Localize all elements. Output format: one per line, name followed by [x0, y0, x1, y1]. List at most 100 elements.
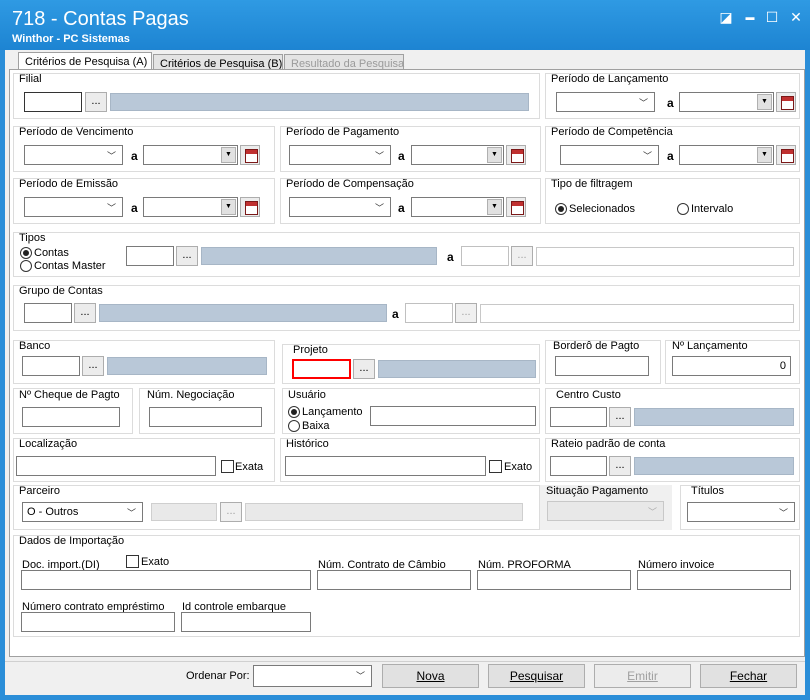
lancamento-end-date[interactable]: ▼ — [679, 92, 774, 112]
ordenar-label: Ordenar Por: — [186, 670, 250, 682]
baixa-radio[interactable] — [288, 420, 300, 432]
calendar-icon[interactable] — [240, 145, 260, 165]
fechar-button[interactable]: Fechar — [700, 664, 797, 688]
titulos-select[interactable]: ﹀ — [687, 502, 795, 522]
compensacao-end-date[interactable]: ▼ — [411, 197, 504, 217]
calendar-icon[interactable] — [776, 92, 796, 112]
maximize-button[interactable]: ☐ — [763, 8, 781, 26]
ordenar-select[interactable]: ﹀ — [253, 665, 372, 687]
emissao-start-select[interactable]: ﹀ — [24, 197, 123, 217]
parceiro-label: Parceiro — [19, 485, 60, 497]
close-button[interactable]: ✕ — [787, 8, 805, 26]
projeto-search-button[interactable]: ... — [353, 359, 375, 379]
filial-search-button[interactable]: ... — [85, 92, 107, 112]
proforma-input[interactable] — [477, 570, 631, 590]
grupo-contas-label: Grupo de Contas — [19, 285, 103, 297]
bordero-label: Borderô de Pagto — [553, 340, 640, 352]
importacao-group: Dados de Importação Doc. import.(DI) Exa… — [13, 535, 800, 637]
localizacao-input[interactable] — [16, 456, 216, 476]
pesquisar-button[interactable]: Pesquisar — [488, 664, 585, 688]
dropdown-arrow-icon[interactable]: ▼ — [487, 199, 502, 215]
centro-custo-search-button[interactable]: ... — [609, 407, 631, 427]
lancamento-start-select[interactable]: ﹀ — [556, 92, 655, 112]
emissao-label: Período de Emissão — [19, 178, 119, 190]
pagamento-start-select[interactable]: ﹀ — [289, 145, 391, 165]
nova-button[interactable]: Nova — [382, 664, 479, 688]
filial-group: Filial ... — [13, 73, 540, 119]
vencimento-start-select[interactable]: ﹀ — [24, 145, 123, 165]
contrato-cambio-input[interactable] — [317, 570, 471, 590]
tipos-start-search-button[interactable]: ... — [176, 246, 198, 266]
competencia-group: Período de Competência ﹀ a ▼ — [545, 126, 800, 172]
rateio-search-button[interactable]: ... — [609, 456, 631, 476]
intervalo-label: Intervalo — [691, 203, 734, 215]
dropdown-arrow-icon[interactable]: ▼ — [487, 147, 502, 163]
dropdown-arrow-icon[interactable]: ▼ — [221, 199, 236, 215]
negociacao-input[interactable] — [149, 407, 262, 427]
contas-master-radio[interactable] — [20, 260, 32, 272]
pagamento-end-date[interactable]: ▼ — [411, 145, 504, 165]
cheque-group: Nº Cheque de Pagto — [13, 388, 133, 434]
calendar-icon[interactable] — [240, 197, 260, 217]
projeto-code-input[interactable] — [292, 359, 351, 379]
dropdown-arrow-icon[interactable]: ▼ — [757, 147, 772, 163]
grupo-start-description — [99, 304, 387, 322]
tipos-start-input[interactable] — [126, 246, 174, 266]
dropdown-arrow-icon[interactable]: ▼ — [221, 147, 236, 163]
emprestimo-input[interactable] — [21, 612, 175, 632]
titulos-group: Títulos ﹀ — [680, 485, 800, 530]
centro-custo-description — [634, 408, 794, 426]
grupo-start-search-button[interactable]: ... — [74, 303, 96, 323]
chevron-down-icon: ﹀ — [642, 151, 652, 161]
projeto-description — [378, 360, 536, 378]
usuario-input[interactable] — [370, 406, 536, 426]
window-client: Critérios de Pesquisa (A) Critérios de P… — [5, 50, 805, 695]
centro-custo-input[interactable] — [550, 407, 607, 427]
lancamento-radio[interactable] — [288, 406, 300, 418]
tipo-filtragem-label: Tipo de filtragem — [551, 178, 633, 190]
dropdown-arrow-icon[interactable]: ▼ — [757, 94, 772, 110]
competencia-start-select[interactable]: ﹀ — [560, 145, 659, 165]
selecionados-radio[interactable] — [555, 203, 567, 215]
filial-description — [110, 93, 529, 111]
chevron-down-icon: ﹀ — [106, 203, 116, 213]
grupo-end-description — [480, 304, 794, 323]
chevron-down-icon: ﹀ — [638, 98, 648, 108]
restore-icon[interactable]: ◪ — [717, 8, 735, 26]
doc-import-input[interactable] — [21, 570, 311, 590]
banco-search-button[interactable]: ... — [82, 356, 104, 376]
historico-exato-checkbox[interactable] — [489, 460, 502, 473]
parceiro-select[interactable]: O - Outros ﹀ — [22, 502, 143, 522]
vencimento-end-date[interactable]: ▼ — [143, 145, 238, 165]
bordero-input[interactable] — [555, 356, 649, 376]
localizacao-exata-checkbox[interactable] — [221, 460, 234, 473]
calendar-icon[interactable] — [506, 145, 526, 165]
filial-code-input[interactable] — [24, 92, 82, 112]
calendar-icon[interactable] — [506, 197, 526, 217]
num-lancamento-input[interactable]: 0 — [672, 356, 791, 376]
emissao-end-date[interactable]: ▼ — [143, 197, 238, 217]
historico-input[interactable] — [285, 456, 486, 476]
tipos-end-input[interactable] — [461, 246, 509, 266]
intervalo-radio[interactable] — [677, 203, 689, 215]
chevron-down-icon: ﹀ — [374, 151, 384, 161]
contas-radio[interactable] — [20, 247, 32, 259]
to-label: a — [131, 149, 138, 163]
minimize-button[interactable]: ▬ — [741, 8, 759, 26]
usuario-group: Usuário Lançamento Baixa — [282, 388, 540, 434]
baixa-radio-label: Baixa — [302, 420, 330, 432]
cheque-input[interactable] — [22, 407, 120, 427]
rateio-input[interactable] — [550, 456, 607, 476]
doc-exato-checkbox[interactable] — [126, 555, 139, 568]
invoice-input[interactable] — [637, 570, 791, 590]
centro-custo-group: Centro Custo ... — [545, 388, 800, 434]
compensacao-start-select[interactable]: ﹀ — [289, 197, 391, 217]
grupo-start-input[interactable] — [24, 303, 72, 323]
grupo-end-input[interactable] — [405, 303, 453, 323]
banco-code-input[interactable] — [22, 356, 80, 376]
calendar-icon[interactable] — [776, 145, 796, 165]
to-label: a — [667, 96, 674, 110]
parceiro-selected-value: O - Outros — [27, 506, 79, 518]
embarque-input[interactable] — [181, 612, 311, 632]
competencia-end-date[interactable]: ▼ — [679, 145, 774, 165]
